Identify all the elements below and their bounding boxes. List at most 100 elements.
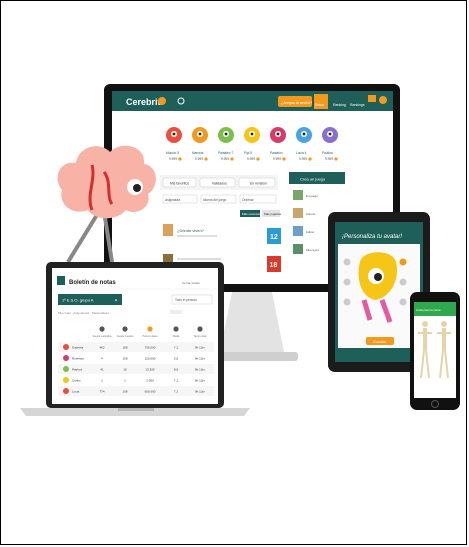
podium-name: Pipi 5 <box>244 151 252 155</box>
chevron-down-icon: ▾ <box>115 298 117 303</box>
create-game-label: Crea un juego <box>300 177 326 182</box>
cell-value: 8,9 <box>174 368 179 372</box>
option-dot-1[interactable] <box>343 258 351 266</box>
podium-name: Lucía 4 <box>296 151 307 155</box>
cell-value: 108 <box>122 390 127 394</box>
podium-points: 9.999 <box>169 157 177 161</box>
side-item-1: En juego <box>306 194 318 198</box>
avatar-pupil <box>374 273 382 281</box>
cell-value: 108 <box>122 357 127 361</box>
coin-icon <box>256 157 260 161</box>
student-name: Carlos <box>72 379 81 383</box>
coin-icon <box>204 157 208 161</box>
column-icon <box>197 326 203 332</box>
cell-value: 2.000 <box>146 379 154 383</box>
nav-rankings-label[interactable]: Rankings <box>350 103 365 107</box>
logout-link[interactable]: Cerrar sesión <box>182 281 200 285</box>
student-avatar <box>63 344 69 350</box>
cell-value: 7,1 <box>174 379 179 383</box>
option-dot-5[interactable] <box>399 278 407 286</box>
column-label: Media <box>173 335 180 338</box>
monster-pupil <box>198 132 202 136</box>
student-avatar <box>63 355 69 361</box>
cell-value: 120.000 <box>145 357 156 361</box>
date-num-1: 12 <box>270 234 278 241</box>
stepper-icon[interactable] <box>170 310 182 314</box>
coin-icon <box>178 157 182 161</box>
period-select-label: Todo el periodo <box>175 298 197 302</box>
cell-value: 7,1 <box>174 346 179 350</box>
podium-name: Pantaleo 7 <box>218 151 233 155</box>
cell-value: 16 <box>123 368 127 372</box>
nav-ranking-label[interactable]: Ranking <box>333 103 346 107</box>
tab-revision-label: En revisión <box>250 182 267 186</box>
select-asignatura-label: Asignatura <box>165 198 180 202</box>
coin-icon <box>230 157 234 161</box>
tablet-title: ¡Personaliza tu avatar! <box>342 234 402 240</box>
student-name: Patricia <box>72 368 82 372</box>
cell-value: 13.300 <box>145 368 155 372</box>
cart-icon[interactable] <box>368 95 376 102</box>
cell-value: 700.000 <box>145 346 156 350</box>
game-meta-line-2 <box>177 258 221 260</box>
game-thumbnail[interactable] <box>163 224 173 236</box>
coin-icon <box>308 157 312 161</box>
game-meta-line <box>177 235 217 237</box>
phone: Anatomía humana <box>410 292 460 410</box>
play-session-label: ¿Juegas la sesión? <box>281 101 312 105</box>
skeleton-skull <box>422 321 428 327</box>
podium-points: 9.999 <box>299 157 307 161</box>
avatar-icon[interactable] <box>379 96 387 104</box>
student-name: Rosendo <box>72 357 84 361</box>
table-row[interactable]: Gabriela 462 108 700.000 7,1 9h 12m <box>58 342 214 352</box>
podium-points: 9.999 <box>247 157 255 161</box>
laptop-notch <box>118 408 154 411</box>
monitor-stand <box>220 292 284 352</box>
student-avatar <box>63 366 69 372</box>
brand-logo[interactable]: Cerebriti <box>126 97 163 107</box>
table-row[interactable]: Lucía 774 108 600.000 7,1 9h 12m <box>58 386 214 396</box>
report-title: Boletín de notas <box>69 280 116 286</box>
skeleton-spine <box>423 328 427 350</box>
side-thumb-4 <box>293 244 303 254</box>
cell-value: 41 <box>100 368 104 372</box>
option-dot-4[interactable] <box>399 258 407 266</box>
cell-value: 9h 12m <box>195 379 206 383</box>
monster-pupil <box>328 132 332 136</box>
table-row[interactable]: Patricia 41 16 13.300 8,9 9h 12m <box>58 364 214 374</box>
side-item-4: Mis reyes <box>306 248 319 252</box>
podium-name: Pantalón <box>270 151 283 155</box>
laptop: Boletín de notas Cerrar sesión 1º E.S.O.… <box>20 262 250 416</box>
podium-points: 9.999 <box>273 157 281 161</box>
skeleton-spine-2 <box>442 328 446 350</box>
column-icon <box>122 326 128 332</box>
option-dot-6[interactable] <box>399 298 407 306</box>
row-stripe <box>58 386 214 396</box>
side-item-3: Fallos <box>306 230 315 234</box>
game-title[interactable]: ¿Dónde viven? <box>177 228 205 233</box>
column-label: Puntos totales <box>142 335 158 338</box>
option-dot-3[interactable] <box>343 298 351 306</box>
monster-pupil <box>172 132 176 136</box>
sort-recent-label: Más recientes <box>242 212 261 216</box>
side-thumb-2 <box>293 208 303 218</box>
monster-pupil <box>302 132 306 136</box>
select-ordenar-label: Ordenar <box>242 198 255 202</box>
option-dot-2[interactable] <box>343 278 351 286</box>
sort-played-label: Más jugados <box>264 212 282 216</box>
column-icon <box>147 326 153 332</box>
save-button-label: Guardar <box>373 340 387 344</box>
phone-screen <box>414 302 456 398</box>
product-illustration: Cerebriti ¿Juegas la sesión? Retos Ranki… <box>20 84 460 416</box>
side-thumb-3 <box>293 226 303 236</box>
student-name: Lucía <box>72 390 80 394</box>
date-num-2: 18 <box>270 262 278 269</box>
cell-value: 9h 12m <box>195 390 206 394</box>
podium-points: 9.999 <box>195 157 203 161</box>
student-avatar <box>63 377 69 383</box>
tab-validados-label: Validados <box>212 182 227 186</box>
cell-value: 9h 12m <box>195 368 206 372</box>
side-thumb-1 <box>293 190 303 200</box>
cell-value: 7,1 <box>174 390 179 394</box>
student-avatar <box>63 388 69 394</box>
